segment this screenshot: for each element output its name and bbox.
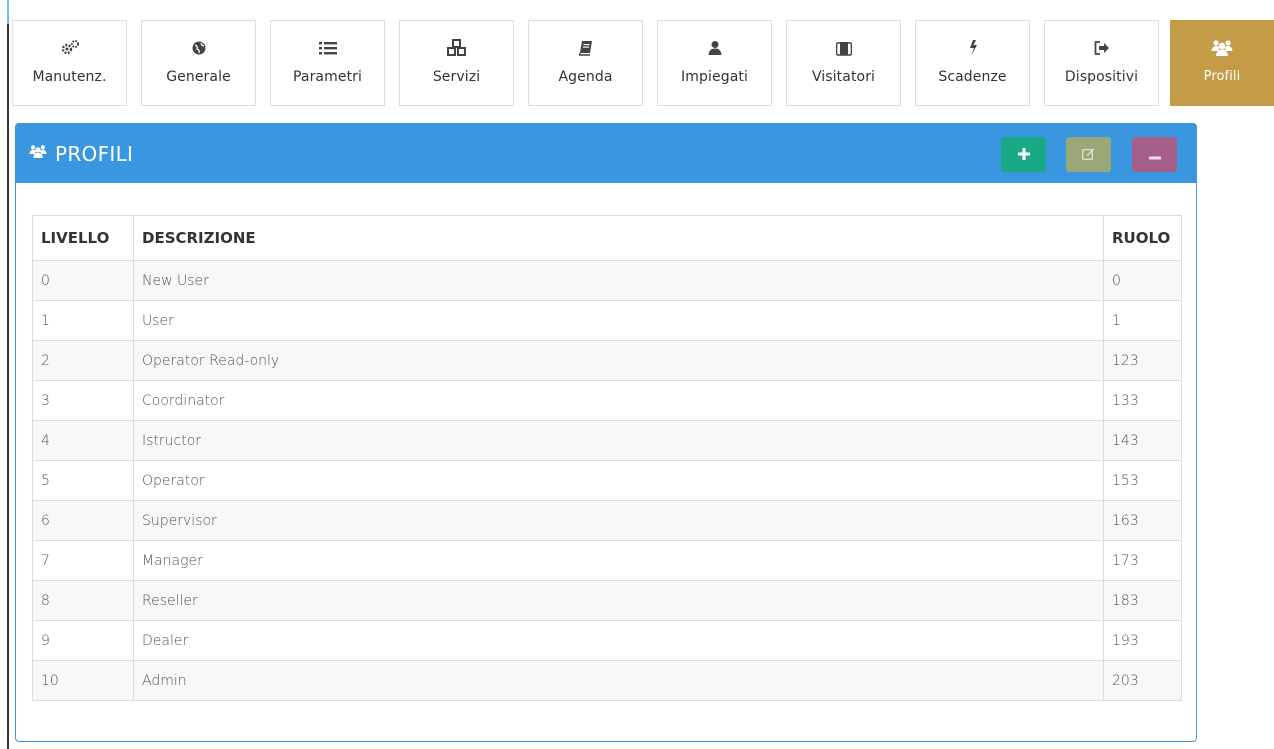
nav-tile-parametri[interactable]: Parametri [270,20,385,106]
table-row[interactable]: 4 Istructor 143 [32,420,1182,461]
nav-label: Generale [166,69,231,85]
nav-label: Manutenz. [32,69,107,85]
left-rule-accent [7,0,9,24]
panel-title: PROFILI [55,141,134,166]
cell-livello: 4 [32,420,134,461]
nav-label: Impiegati [681,69,748,85]
cell-livello: 10 [32,660,134,701]
table-row[interactable]: 6 Supervisor 163 [32,500,1182,541]
nav-tile-servizi[interactable]: Servizi [399,20,514,106]
profiles-table: LIVELLO DESCRIZIONE RUOLO 0 New User 0 1 Use… [32,215,1182,701]
nav-label: Profili [1203,69,1241,84]
sign-out-icon [1094,38,1110,58]
nav-tile-manutenz[interactable]: Manutenz. [12,20,127,106]
cell-livello: 8 [32,580,134,621]
users-icon [1211,38,1233,58]
cell-ruolo: 1 [1103,300,1182,341]
cell-ruolo: 203 [1103,660,1182,701]
table-row[interactable]: 8 Reseller 183 [32,580,1182,621]
nav-label: Agenda [558,69,613,85]
cell-descrizione: Admin [133,660,1104,701]
nav-tile-scadenze[interactable]: Scadenze [915,20,1030,106]
table-row[interactable]: 7 Manager 173 [32,540,1182,581]
table-row[interactable]: 0 New User 0 [32,260,1182,301]
col-header-ruolo[interactable]: RUOLO [1103,215,1182,261]
cell-descrizione: New User [133,260,1104,301]
table-row[interactable]: 2 Operator Read-only 123 [32,340,1182,381]
add-button[interactable] [1001,137,1046,172]
edit-icon [1082,145,1095,164]
cell-descrizione: Manager [133,540,1104,581]
table-row[interactable]: 3 Coordinator 133 [32,380,1182,421]
cell-descrizione: Istructor [133,420,1104,461]
cell-livello: 6 [32,500,134,541]
table-row[interactable]: 1 User 1 [32,300,1182,341]
cell-livello: 5 [32,460,134,501]
nav-tile-dispositivi[interactable]: Dispositivi [1044,20,1159,106]
profiles-panel: PROFILI LIVELLO DESCRIZIONE RUOLO 0 New U… [15,123,1197,742]
cell-ruolo: 143 [1103,420,1182,461]
panel-header: PROFILI [16,124,1196,183]
globe-icon [191,38,207,58]
cell-descrizione: Dealer [133,620,1104,661]
table-row[interactable]: 9 Dealer 193 [32,620,1182,661]
cell-ruolo: 153 [1103,460,1182,501]
col-header-livello[interactable]: LIVELLO [32,215,134,261]
cell-ruolo: 193 [1103,620,1182,661]
col-header-descrizione[interactable]: DESCRIZIONE [133,215,1104,261]
nav-label: Scadenze [938,69,1007,85]
nav-label: Servizi [432,69,481,85]
cubes-icon [446,38,467,58]
nav-tile-generale[interactable]: Generale [141,20,256,106]
book-icon [578,38,593,58]
table-header-row: LIVELLO DESCRIZIONE RUOLO [32,215,1182,261]
delete-button[interactable] [1132,137,1177,172]
cell-ruolo: 0 [1103,260,1182,301]
nav-tile-agenda[interactable]: Agenda [528,20,643,106]
nav-tile-profili[interactable]: Profili [1170,20,1274,106]
cell-livello: 1 [32,300,134,341]
cell-livello: 7 [32,540,134,581]
nav-label: Parametri [292,69,362,85]
cell-livello: 0 [32,260,134,301]
badge-icon [835,38,852,58]
cell-descrizione: Coordinator [133,380,1104,421]
cell-ruolo: 133 [1103,380,1182,421]
table-row[interactable]: 5 Operator 153 [32,460,1182,501]
cell-descrizione: Operator [133,460,1104,501]
cell-livello: 9 [32,620,134,661]
left-rule [7,24,9,749]
cell-ruolo: 163 [1103,500,1182,541]
cell-ruolo: 123 [1103,340,1182,381]
bolt-icon [968,38,978,58]
nav-label: Dispositivi [1064,69,1139,85]
cell-livello: 3 [32,380,134,421]
users-icon [29,144,47,163]
remove-icon [1148,145,1161,164]
nav-tile-visitatori[interactable]: Visitatori [786,20,901,106]
cell-descrizione: User [133,300,1104,341]
user-icon [708,38,722,58]
cell-ruolo: 183 [1103,580,1182,621]
cell-descrizione: Reseller [133,580,1104,621]
cell-ruolo: 173 [1103,540,1182,581]
gears-icon [60,38,80,58]
table-row[interactable]: 10 Admin 203 [32,660,1182,701]
nav-tile-impiegati[interactable]: Impiegati [657,20,772,106]
edit-button[interactable] [1066,137,1111,172]
nav-label: Visitatori [811,69,876,85]
cell-descrizione: Operator Read-only [133,340,1104,381]
add-icon [1017,145,1030,164]
list-icon [318,38,337,58]
cell-descrizione: Supervisor [133,500,1104,541]
cell-livello: 2 [32,340,134,381]
